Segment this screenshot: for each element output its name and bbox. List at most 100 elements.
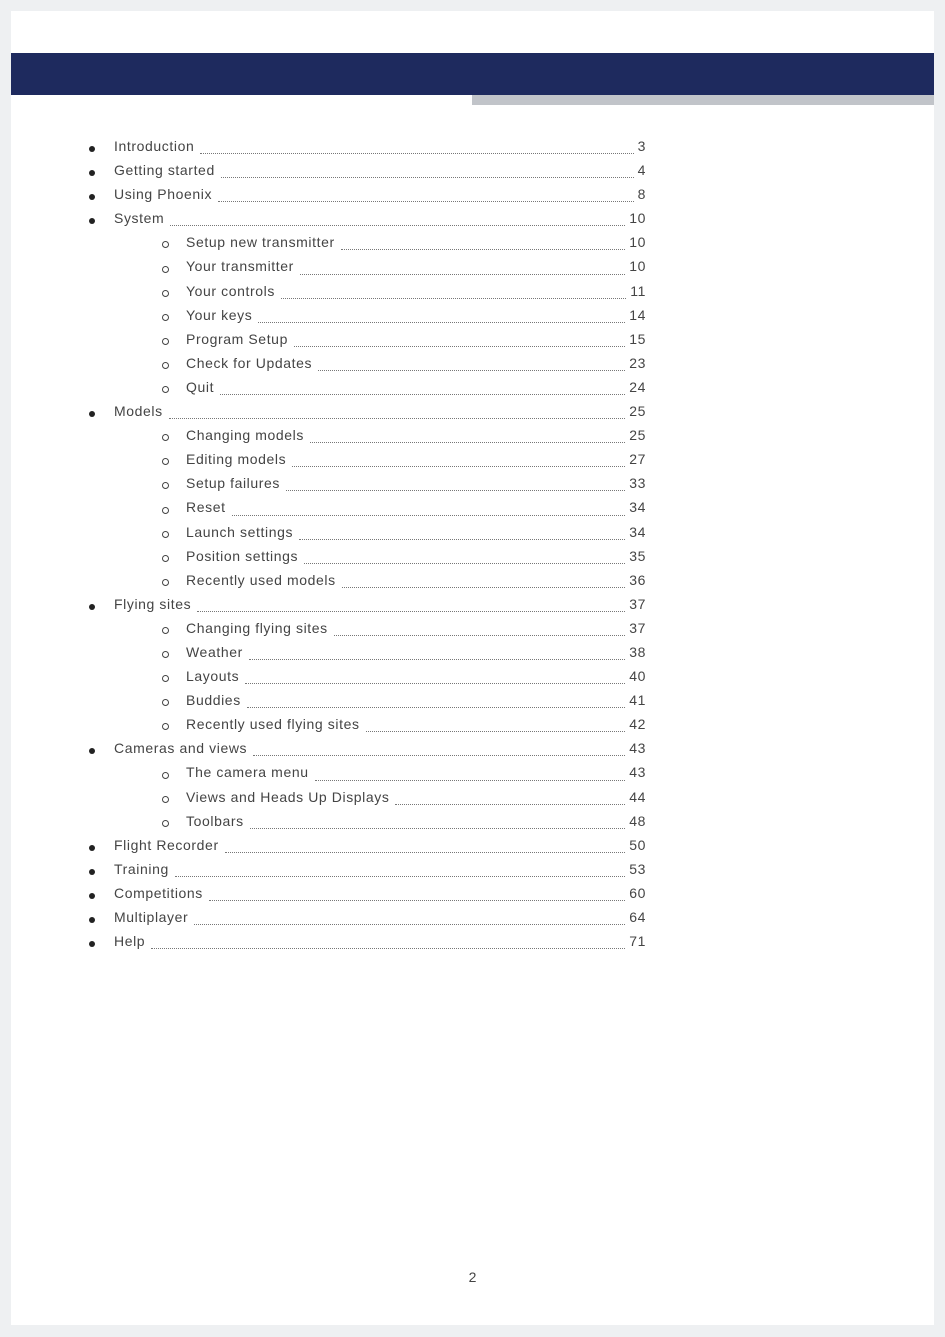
toc-entry[interactable]: Program Setup15 xyxy=(106,327,646,351)
toc-entry-page: 53 xyxy=(625,857,646,881)
toc-entry-page: 38 xyxy=(625,640,646,664)
toc-entry-label: Setup failures xyxy=(186,471,286,495)
toc-entry[interactable]: The camera menu43 xyxy=(106,760,646,784)
toc-leader xyxy=(247,707,625,708)
bullet-circle-icon xyxy=(162,386,169,393)
toc-entry[interactable]: Getting started4 xyxy=(106,158,646,182)
toc-entry-page: 42 xyxy=(625,712,646,736)
toc-entry[interactable]: Position settings35 xyxy=(106,544,646,568)
toc-entry[interactable]: Using Phoenix 8 xyxy=(106,182,646,206)
toc-entry-page: 37 xyxy=(625,592,646,616)
header-shadow xyxy=(472,95,934,105)
toc-leader xyxy=(197,611,625,612)
toc-entry[interactable]: Your keys 14 xyxy=(106,303,646,327)
toc-leader xyxy=(281,298,626,299)
toc-entry[interactable]: Flying sites 37 xyxy=(106,592,646,616)
toc-entry-label: Introduction xyxy=(114,134,200,158)
bullet-circle-icon xyxy=(162,579,169,586)
toc-entry-label: Using Phoenix xyxy=(114,182,218,206)
toc-entry-label: Toolbars xyxy=(186,809,250,833)
toc-entry-label: Recently used flying sites xyxy=(186,712,366,736)
bullet-circle-icon xyxy=(162,241,169,248)
toc-entry[interactable]: Editing models27 xyxy=(106,447,646,471)
toc-entry-label: Weather xyxy=(186,640,249,664)
toc-entry-page: 25 xyxy=(625,423,646,447)
toc-leader xyxy=(218,201,634,202)
toc-entry-label: Program Setup xyxy=(186,327,294,351)
toc-leader xyxy=(258,322,625,323)
toc-entry[interactable]: Check for Updates23 xyxy=(106,351,646,375)
toc-entry[interactable]: Help71 xyxy=(106,929,646,953)
toc-entry-page: 3 xyxy=(634,134,646,158)
toc-entry[interactable]: Quit24 xyxy=(106,375,646,399)
bullet-circle-icon xyxy=(162,820,169,827)
bullet-disc-icon xyxy=(89,411,95,417)
toc-entry-label: Recently used models xyxy=(186,568,342,592)
toc-entry-page: 8 xyxy=(634,182,646,206)
bullet-circle-icon xyxy=(162,772,169,779)
toc-entry-label: Flight Recorder xyxy=(114,833,225,857)
toc-entry[interactable]: Introduction 3 xyxy=(106,134,646,158)
bullet-disc-icon xyxy=(89,604,95,610)
bullet-circle-icon xyxy=(162,699,169,706)
bullet-circle-icon xyxy=(162,555,169,562)
toc-entry-label: Competitions xyxy=(114,881,209,905)
toc-entry-label: Setup new transmitter xyxy=(186,230,341,254)
bullet-circle-icon xyxy=(162,796,169,803)
toc-entry[interactable]: Changing flying sites37 xyxy=(106,616,646,640)
toc-leader xyxy=(304,563,625,564)
toc-entry[interactable]: Changing models25 xyxy=(106,423,646,447)
toc-entry-label: Help xyxy=(114,929,151,953)
bullet-disc-icon xyxy=(89,146,95,152)
bullet-disc-icon xyxy=(89,218,95,224)
bullet-circle-icon xyxy=(162,723,169,730)
toc-leader xyxy=(366,731,626,732)
toc-leader xyxy=(232,515,626,516)
toc-entry-label: Buddies xyxy=(186,688,247,712)
table-of-contents: Introduction 3Getting started4Using Phoen… xyxy=(106,134,646,953)
toc-entry-page: 14 xyxy=(625,303,646,327)
toc-leader xyxy=(299,539,625,540)
toc-entry[interactable]: Setup failures33 xyxy=(106,471,646,495)
toc-entry-label: Your keys xyxy=(186,303,258,327)
toc-entry[interactable]: Weather 38 xyxy=(106,640,646,664)
toc-entry-page: 34 xyxy=(625,520,646,544)
toc-leader xyxy=(249,659,625,660)
toc-leader xyxy=(209,900,625,901)
page-number: 2 xyxy=(11,1269,934,1285)
toc-entry-label: Changing flying sites xyxy=(186,616,334,640)
toc-entry[interactable]: Cameras and views43 xyxy=(106,736,646,760)
toc-entry[interactable]: Launch settings34 xyxy=(106,520,646,544)
toc-leader xyxy=(341,249,625,250)
bullet-circle-icon xyxy=(162,290,169,297)
bullet-circle-icon xyxy=(162,482,169,489)
bullet-circle-icon xyxy=(162,338,169,345)
toc-leader xyxy=(151,948,625,949)
toc-entry[interactable]: Recently used models36 xyxy=(106,568,646,592)
toc-entry[interactable]: Toolbars48 xyxy=(106,809,646,833)
toc-entry[interactable]: Competitions60 xyxy=(106,881,646,905)
bullet-disc-icon xyxy=(89,869,95,875)
toc-entry[interactable]: Multiplayer64 xyxy=(106,905,646,929)
toc-entry[interactable]: Your transmitter10 xyxy=(106,254,646,278)
toc-entry-page: 41 xyxy=(625,688,646,712)
toc-entry[interactable]: Layouts40 xyxy=(106,664,646,688)
toc-entry[interactable]: System10 xyxy=(106,206,646,230)
toc-entry[interactable]: Recently used flying sites 42 xyxy=(106,712,646,736)
toc-entry-page: 24 xyxy=(625,375,646,399)
toc-entry[interactable]: Setup new transmitter10 xyxy=(106,230,646,254)
toc-entry[interactable]: Flight Recorder50 xyxy=(106,833,646,857)
toc-entry[interactable]: Reset34 xyxy=(106,495,646,519)
toc-entry[interactable]: Models25 xyxy=(106,399,646,423)
toc-entry-label: Your transmitter xyxy=(186,254,300,278)
toc-entry-page: 35 xyxy=(625,544,646,568)
toc-entry[interactable]: Buddies 41 xyxy=(106,688,646,712)
toc-entry[interactable]: Views and Heads Up Displays44 xyxy=(106,785,646,809)
bullet-circle-icon xyxy=(162,507,169,514)
toc-entry[interactable]: Training53 xyxy=(106,857,646,881)
toc-entry-label: Flying sites xyxy=(114,592,197,616)
bullet-disc-icon xyxy=(89,194,95,200)
toc-entry-label: Multiplayer xyxy=(114,905,194,929)
toc-entry-label: Your controls xyxy=(186,279,281,303)
toc-entry[interactable]: Your controls11 xyxy=(106,279,646,303)
